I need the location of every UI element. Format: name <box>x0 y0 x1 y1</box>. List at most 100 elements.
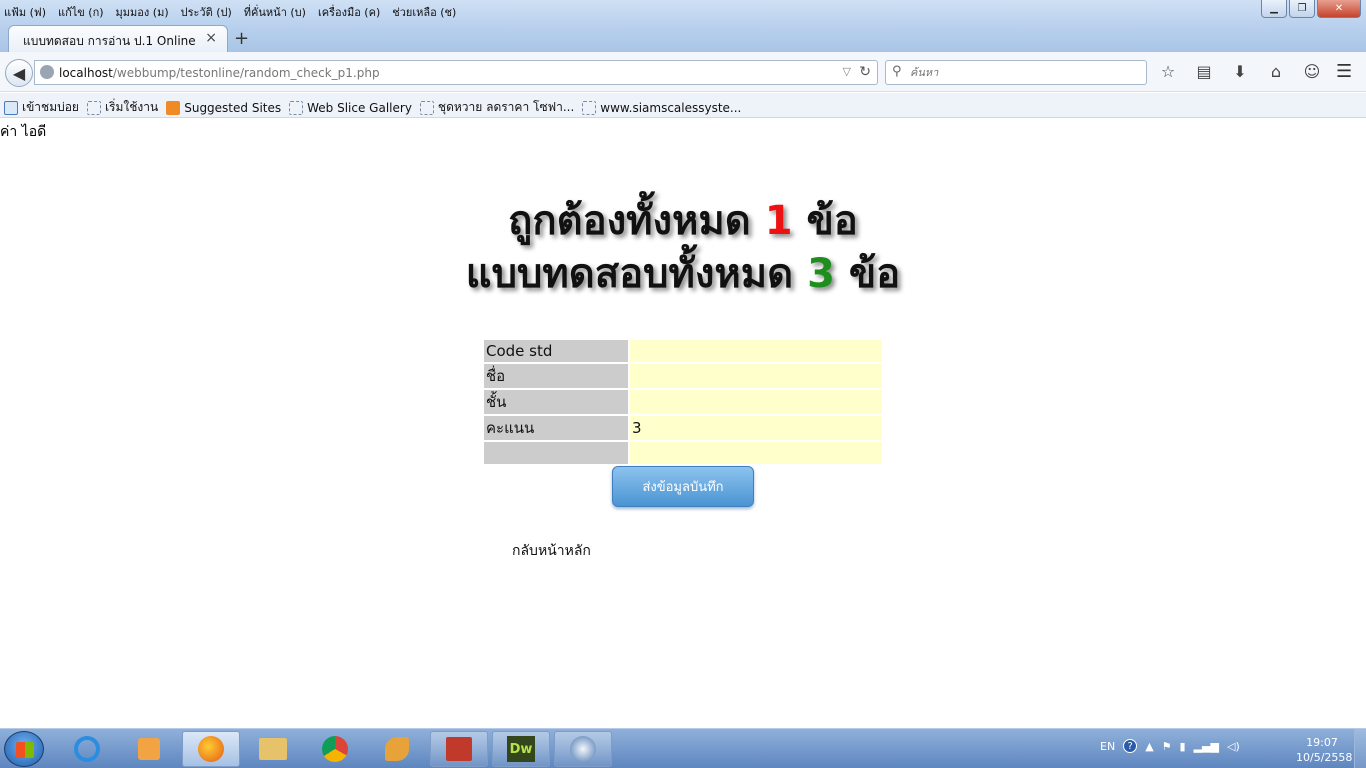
page-icon <box>289 100 304 115</box>
page-icon <box>419 100 434 115</box>
bookmark-most-visited[interactable]: เข้าชมบ่อย <box>4 98 79 117</box>
menu-bar: แฟ้ม (ฟ) แก้ไข (ก) มุมมอง (ม) ประวัติ (ป… <box>0 0 1366 22</box>
back-to-home-link[interactable]: กลับหน้าหลัก <box>512 540 591 562</box>
tab-strip: แบบทดสอบ การอ่าน ป.1 Online × + <box>0 22 1366 52</box>
tool-icon <box>385 737 409 761</box>
folder-icon <box>259 738 287 760</box>
reload-icon[interactable]: ↻ <box>859 64 871 80</box>
arrow-left-icon: ◀ <box>12 63 26 83</box>
search-input[interactable] <box>910 64 1138 81</box>
new-tab-icon[interactable]: + <box>234 28 249 49</box>
globe-icon <box>40 65 54 79</box>
bookmarks-toolbar: เข้าชมบ่อย เริ่มใช้งาน Suggested Sites W… <box>0 93 1366 118</box>
taskbar-dreamweaver[interactable]: Dw <box>492 731 550 767</box>
taskbar-media-player[interactable] <box>120 731 178 767</box>
url-text: localhost/webbump/testonline/random_chec… <box>59 66 380 80</box>
clock-date: 10/5/2558 <box>1296 751 1353 764</box>
firefox-icon <box>198 736 224 762</box>
star-icon[interactable]: ☆ <box>1158 62 1178 81</box>
restore-button[interactable]: ❐ <box>1289 0 1315 18</box>
windows-logo-icon <box>16 742 34 758</box>
back-button[interactable]: ◀ <box>5 59 33 87</box>
row-label-empty <box>484 442 628 464</box>
table-row: ชื่อ <box>484 364 882 388</box>
ie-icon <box>4 100 18 115</box>
media-player-icon <box>138 738 160 760</box>
minimize-button[interactable]: ▁ <box>1261 0 1287 18</box>
row-label-code: Code std <box>484 340 628 362</box>
chrome-icon <box>322 736 348 762</box>
internet-explorer-icon <box>74 736 100 762</box>
taskbar: Dw EN ? ▲ ⚑ ▮ ▂▄▆ ◁) 19:07 10/5/2558 <box>0 728 1366 768</box>
download-icon[interactable]: ⬇ <box>1230 62 1250 81</box>
show-desktop-button[interactable] <box>1354 729 1366 768</box>
row-label-name: ชื่อ <box>484 364 628 388</box>
row-value-name <box>630 364 882 388</box>
menu-history[interactable]: ประวัติ (ป) <box>181 3 232 21</box>
dreamweaver-icon: Dw <box>507 736 535 762</box>
result-table: Code std ชื่อ ชั้น คะแนน 3 <box>482 338 884 466</box>
row-value-class <box>630 390 882 414</box>
menu-edit[interactable]: แก้ไข (ก) <box>58 3 104 21</box>
language-indicator[interactable]: EN <box>1100 740 1115 753</box>
taskbar-app[interactable] <box>430 731 488 767</box>
system-tray: EN ? ▲ ⚑ ▮ ▂▄▆ ◁) <box>1100 739 1240 753</box>
menu-tools[interactable]: เครื่องมือ (ค) <box>318 3 380 21</box>
taskbar-ie[interactable] <box>58 731 116 767</box>
menu-help[interactable]: ช่วยเหลือ (ช) <box>392 3 456 21</box>
menu-file[interactable]: แฟ้ม (ฟ) <box>4 3 46 21</box>
table-row <box>484 442 882 464</box>
volume-icon[interactable]: ◁) <box>1227 740 1240 753</box>
close-window-button[interactable]: ✕ <box>1317 0 1361 18</box>
clock-time: 19:07 <box>1306 736 1338 749</box>
table-row: คะแนน 3 <box>484 416 882 440</box>
bookmark-web-slice-gallery[interactable]: Web Slice Gallery <box>289 98 412 117</box>
start-button[interactable] <box>4 731 44 767</box>
app-icon <box>446 737 472 761</box>
row-label-class: ชั้น <box>484 390 628 414</box>
dropdown-icon[interactable]: ▽ <box>843 65 851 78</box>
tab-close-icon[interactable]: × <box>205 30 217 46</box>
bookmark-sofa[interactable]: ชุดหวาย ลดราคา โซฟา... <box>419 98 574 117</box>
suggested-sites-icon <box>166 100 181 115</box>
battery-icon[interactable]: ▮ <box>1180 740 1186 753</box>
taskbar-app-2[interactable] <box>554 731 612 767</box>
search-icon: ⚲ <box>892 64 902 79</box>
signal-icon[interactable]: ▂▄▆ <box>1194 740 1219 753</box>
row-value-empty <box>630 442 882 464</box>
menu-bookmarks[interactable]: ที่คั่นหน้า (บ) <box>244 3 306 21</box>
bookmark-getting-started[interactable]: เริ่มใช้งาน <box>86 98 158 117</box>
total-count-heading: แบบทดสอบทั้งหมด 3 ข้อ <box>465 251 901 297</box>
tab-title: แบบทดสอบ การอ่าน ป.1 Online <box>23 34 196 48</box>
hamburger-menu-icon[interactable]: ☰ <box>1336 61 1352 82</box>
navigation-bar: ◀ localhost/webbump/testonline/random_ch… <box>0 52 1366 92</box>
flag-icon[interactable]: ⚑ <box>1162 740 1172 753</box>
page-icon <box>86 100 101 115</box>
bookmark-siamscales[interactable]: www.siamscalessyste... <box>582 98 741 117</box>
taskbar-firefox[interactable] <box>182 731 240 767</box>
reading-list-icon[interactable]: ▤ <box>1194 62 1214 81</box>
total-count: 3 <box>807 251 835 297</box>
table-row: ชั้น <box>484 390 882 414</box>
row-value-score: 3 <box>630 416 882 440</box>
taskbar-explorer[interactable] <box>244 731 302 767</box>
table-row: Code std <box>484 340 882 362</box>
id-label: ค่า ไอดี <box>0 124 47 140</box>
tray-expand-icon[interactable]: ▲ <box>1145 740 1153 753</box>
row-label-score: คะแนน <box>484 416 628 440</box>
app-icon <box>570 736 596 762</box>
search-box[interactable]: ⚲ <box>885 60 1147 85</box>
taskbar-chrome[interactable] <box>306 731 364 767</box>
menu-view[interactable]: มุมมอง (ม) <box>116 3 169 21</box>
tab-active[interactable]: แบบทดสอบ การอ่าน ป.1 Online × <box>8 25 228 52</box>
row-value-code <box>630 340 882 362</box>
taskbar-tool[interactable] <box>368 731 426 767</box>
bookmark-suggested-sites[interactable]: Suggested Sites <box>166 98 281 117</box>
help-icon[interactable]: ? <box>1123 739 1138 753</box>
home-icon[interactable]: ⌂ <box>1266 62 1286 81</box>
submit-button[interactable]: ส่งข้อมูลบันทึก <box>612 466 754 507</box>
clock[interactable]: 19:07 10/5/2558 <box>1296 735 1353 765</box>
address-bar[interactable]: localhost/webbump/testonline/random_chec… <box>34 60 878 85</box>
correct-count: 1 <box>764 198 793 244</box>
chat-icon[interactable]: ☺ <box>1302 62 1322 81</box>
